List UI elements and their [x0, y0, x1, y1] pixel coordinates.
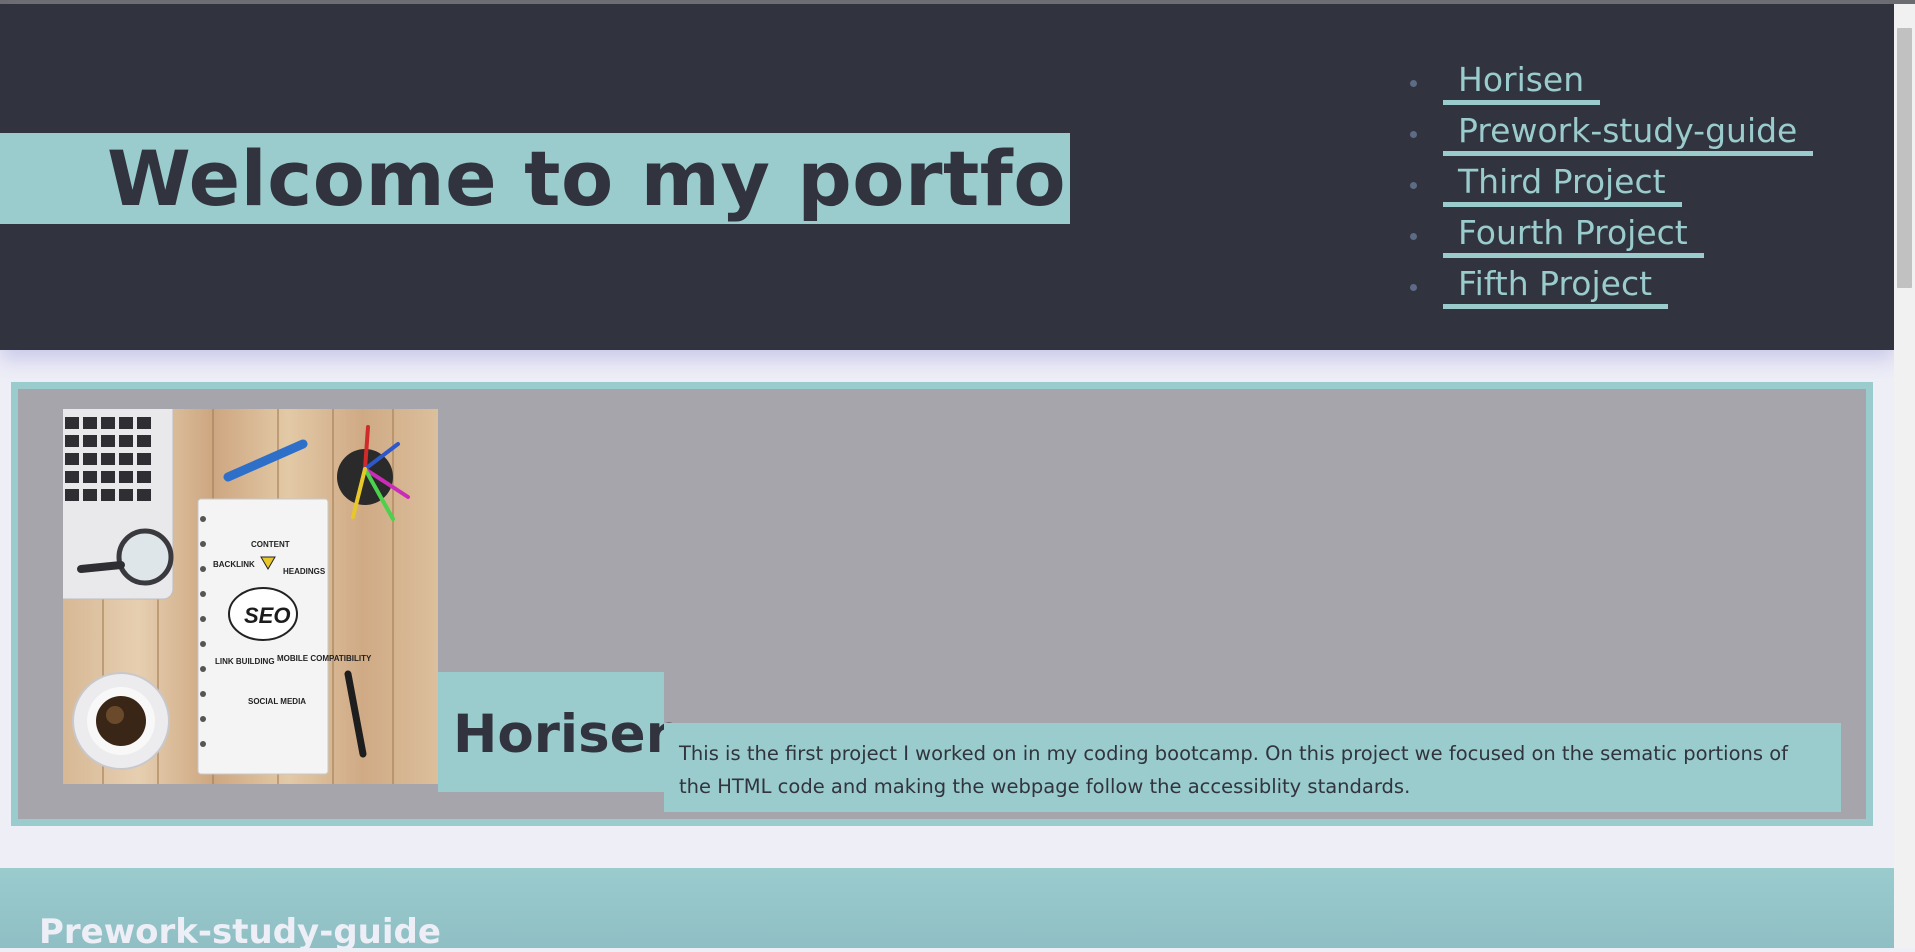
- seo-label-content: CONTENT: [251, 540, 290, 549]
- page-title: Welcome to my portfolio!!: [107, 134, 1243, 223]
- project-image: CONTENT BACKLINK HEADINGS LINK BUILDING …: [63, 409, 438, 784]
- scrollbar-thumb[interactable]: [1897, 28, 1912, 288]
- seo-label-backlink: BACKLINK: [213, 560, 255, 569]
- site-header: Welcome to my portfolio!! Horisen Prewor…: [0, 4, 1894, 350]
- seo-label-link-building: LINK BUILDING: [215, 657, 275, 666]
- bullet-icon: [1410, 284, 1417, 291]
- nav-link-prework-study-guide[interactable]: Prework-study-guide: [1443, 111, 1814, 156]
- vertical-scrollbar[interactable]: [1894, 4, 1915, 948]
- seo-label-headings: HEADINGS: [283, 567, 326, 576]
- project-card-horisen: CONTENT BACKLINK HEADINGS LINK BUILDING …: [11, 382, 1873, 826]
- seo-label-mobile-compatibility: MOBILE COMPATIBILITY: [277, 654, 372, 663]
- project-description: This is the first project I worked on in…: [664, 722, 1841, 812]
- project-section-prework: Prework-study-guide: [0, 868, 1894, 952]
- project-title: Horisen: [453, 704, 684, 765]
- nav-link-horisen[interactable]: Horisen: [1443, 60, 1601, 105]
- seo-desk-illustration: CONTENT BACKLINK HEADINGS LINK BUILDING …: [63, 409, 410, 784]
- section-title-prework: Prework-study-guide: [39, 912, 441, 952]
- seo-label-social-media: SOCIAL MEDIA: [248, 697, 306, 706]
- bullet-icon: [1410, 233, 1417, 240]
- nav-link-fifth-project[interactable]: Fifth Project: [1443, 264, 1669, 309]
- nav-link-third-project[interactable]: Third Project: [1443, 162, 1682, 207]
- project-title-box: Horisen: [438, 672, 683, 792]
- bullet-icon: [1410, 131, 1417, 138]
- seo-label-seo: SEO: [244, 603, 290, 628]
- bullet-icon: [1410, 182, 1417, 189]
- title-band: Welcome to my portfolio!!: [0, 133, 1242, 224]
- bullet-icon: [1410, 80, 1417, 87]
- nav-link-fourth-project[interactable]: Fourth Project: [1443, 213, 1704, 258]
